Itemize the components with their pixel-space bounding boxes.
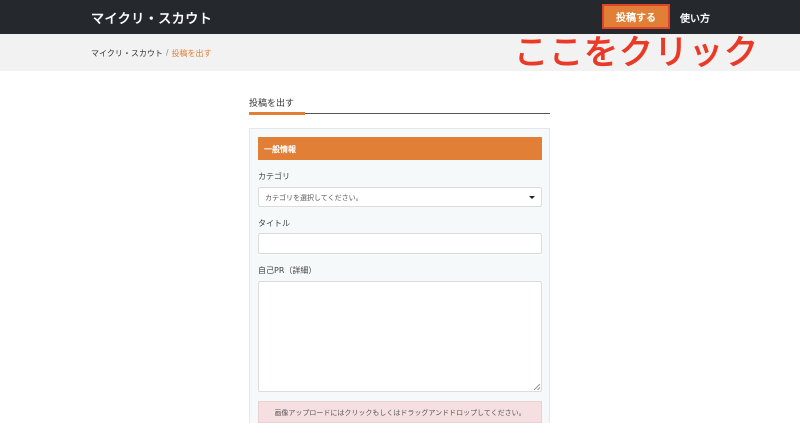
pr-textarea[interactable] bbox=[258, 281, 542, 392]
category-select-value: カテゴリを選択してください。 bbox=[265, 194, 363, 202]
click-here-annotation: ここをクリック bbox=[514, 33, 759, 73]
pr-label: 自己PR（詳細） bbox=[258, 266, 317, 275]
breadcrumb-separator: / bbox=[165, 48, 169, 57]
image-upload-dropzone[interactable]: 画像アップロードにはクリックもしくはドラッグアンドドロップしてください。 bbox=[258, 401, 542, 423]
breadcrumb-home[interactable]: マイクリ・スカウト bbox=[91, 48, 163, 59]
category-select[interactable]: カテゴリを選択してください。 bbox=[258, 187, 542, 207]
breadcrumb-current: 投稿を出す bbox=[171, 49, 212, 58]
section-header-general: 一般情報 bbox=[258, 137, 542, 160]
brand-logo[interactable]: マイクリ・スカウト bbox=[91, 8, 212, 27]
howto-link[interactable]: 使い方 bbox=[680, 10, 710, 25]
chevron-down-icon bbox=[529, 196, 535, 199]
category-label: カテゴリ bbox=[258, 172, 290, 181]
title-input[interactable] bbox=[258, 233, 542, 254]
resize-handle-icon[interactable] bbox=[534, 384, 540, 390]
title-label: タイトル bbox=[258, 219, 290, 228]
breadcrumb: マイクリ・スカウト / 投稿を出す bbox=[91, 48, 212, 59]
tab-post[interactable]: 投稿を出す bbox=[249, 96, 294, 109]
tab-active-indicator bbox=[249, 112, 305, 115]
